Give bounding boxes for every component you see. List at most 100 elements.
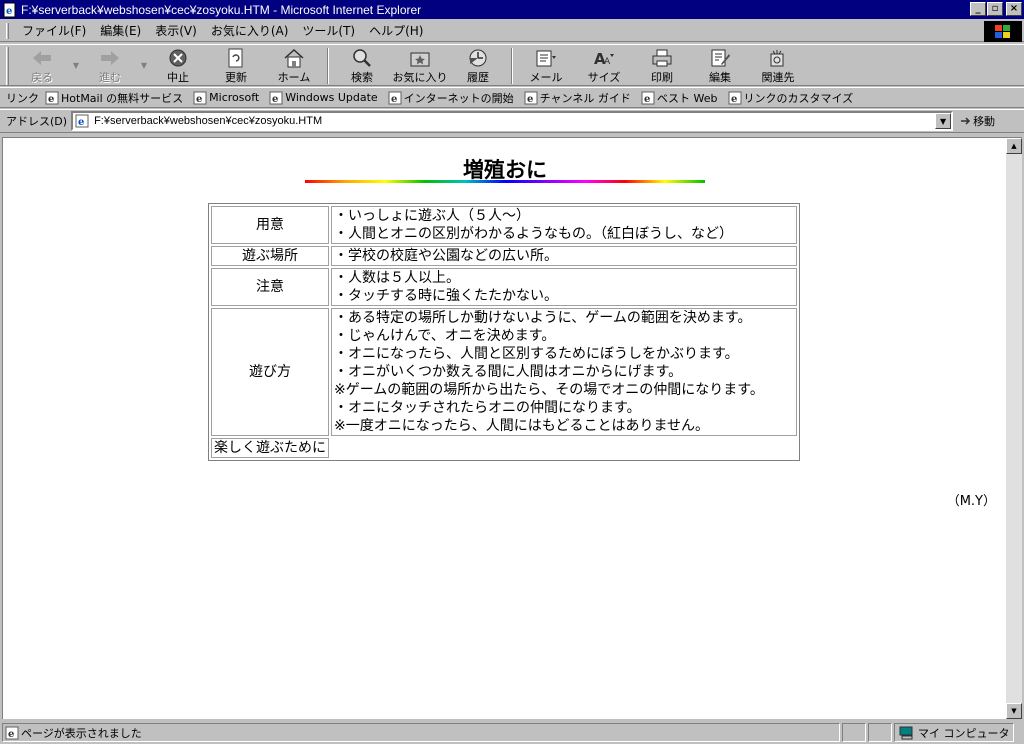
menu-view[interactable]: 表示(V) (148, 22, 204, 39)
row-line: ・タッチする時に強くたたかない。 (334, 288, 558, 304)
edit-button[interactable]: 編集 (691, 45, 749, 85)
go-button[interactable]: 移動 (959, 113, 995, 129)
menu-favorites[interactable]: お気に入り(A) (204, 22, 296, 39)
address-dropdown-button[interactable]: ▼ (935, 113, 952, 129)
status-panel (868, 723, 892, 742)
forward-arrow-icon (101, 51, 119, 65)
font-size-icon: AA (594, 50, 614, 68)
mail-label: メール (529, 71, 563, 84)
address-input[interactable]: e F:¥serverback¥webshosen¥cec¥zosyoku.HT… (71, 111, 954, 131)
forward-button[interactable]: 進む (81, 45, 139, 85)
minimize-button[interactable]: _ (970, 2, 986, 16)
rainbow-divider (305, 180, 705, 183)
svg-text:e: e (8, 729, 14, 740)
stop-button[interactable]: 中止 (149, 45, 207, 85)
svg-text:e: e (272, 94, 278, 105)
mail-button[interactable]: メール (517, 45, 575, 85)
link-hotmail[interactable]: e HotMail の無料サービス (45, 90, 183, 106)
stop-icon (169, 49, 187, 67)
links-label: リンク (6, 91, 39, 105)
scroll-down-button[interactable]: ▼ (1006, 703, 1022, 719)
menu-edit[interactable]: 編集(E) (93, 22, 148, 39)
search-label: 検索 (351, 71, 373, 84)
menu-file[interactable]: ファイル(F) (15, 22, 93, 39)
svg-text:A: A (604, 57, 611, 67)
table-row: 遊び方 ・ある特定の場所しか動けないように、ゲームの範囲を決めます。 ・じゃんけ… (211, 308, 797, 436)
print-label: 印刷 (651, 71, 673, 84)
row-line: ・じゃんけんで、オニを決めます。 (334, 328, 556, 344)
size-label: サイズ (587, 71, 621, 84)
ie-window: e F:¥serverback¥webshosen¥cec¥zosyoku.HT… (0, 0, 1024, 744)
scroll-up-button[interactable]: ▲ (1006, 138, 1022, 154)
link-microsoft[interactable]: e Microsoft (193, 91, 259, 105)
row-line: ・いっしょに遊ぶ人（５人～） (334, 208, 530, 224)
history-button[interactable]: 履歴 (449, 45, 507, 85)
menu-bar: ファイル(F) 編集(E) 表示(V) お気に入り(A) ツール(T) ヘルプ(… (0, 20, 1024, 42)
toolbar-separator (327, 48, 329, 84)
link-customize[interactable]: e リンクのカスタマイズ (728, 90, 854, 106)
toolbar-separator (511, 48, 513, 84)
address-bar: アドレス(D) e F:¥serverback¥webshosen¥cec¥zo… (0, 109, 1024, 133)
row-line: ・オニになったら、人間と区別するためにぼうしをかぶります。 (334, 346, 739, 362)
search-icon (353, 49, 371, 67)
ie-link-icon: e (388, 91, 402, 105)
row-heading: 楽しく遊ぶために (211, 438, 329, 458)
refresh-label: 更新 (225, 71, 247, 84)
computer-icon (899, 726, 913, 739)
forward-dropdown[interactable]: ▼ (139, 45, 149, 85)
page-done-icon: e (5, 726, 19, 740)
related-button[interactable]: 関連先 (749, 45, 807, 85)
favorites-button[interactable]: お気に入り (391, 45, 449, 85)
link-channel-guide[interactable]: e チャンネル ガイド (524, 90, 631, 106)
menu-help[interactable]: ヘルプ(H) (362, 22, 430, 39)
status-text-panel: e ページが表示されました (2, 723, 840, 742)
mail-icon (536, 50, 556, 67)
size-button[interactable]: AA サイズ (575, 45, 633, 85)
row-body: ・学校の校庭や公園などの広い所。 (331, 246, 797, 266)
search-button[interactable]: 検索 (333, 45, 391, 85)
back-arrow-icon (33, 51, 51, 65)
close-button[interactable]: × (1006, 2, 1022, 16)
row-line: ・人間とオニの区別がわかるようなもの。（紅白ぼうし、など） (334, 226, 733, 242)
toolbar-grip (6, 47, 9, 85)
standard-toolbar: 戻る ▼ 進む ▼ 中止 更新 ホーム 検索 お気に入り 履歴 メール A A … (0, 44, 1024, 86)
print-button[interactable]: 印刷 (633, 45, 691, 85)
ie-link-icon: e (641, 91, 655, 105)
svg-text:e: e (48, 94, 54, 105)
maximize-button[interactable]: ▫ (987, 2, 1003, 16)
row-line: ・オニにタッチされたらオニの仲間になります。 (334, 400, 641, 416)
row-line: ・ある特定の場所しか動けないように、ゲームの範囲を決めます。 (334, 310, 752, 326)
svg-text:e: e (196, 94, 202, 105)
page-icon: e (75, 114, 89, 128)
table-row: 注意 ・人数は５人以上。 ・タッチする時に強くたたかない。 (211, 268, 797, 306)
windows-logo-icon (984, 21, 1022, 42)
back-button[interactable]: 戻る (13, 45, 71, 85)
favorites-folder-icon (410, 52, 430, 67)
link-internet-start[interactable]: e インターネットの開始 (388, 90, 514, 106)
status-panel (842, 723, 866, 742)
row-line: ・オニがいくつか数える間に人間はオニからにげます。 (334, 364, 683, 380)
table-row: 楽しく遊ぶために (211, 438, 797, 458)
link-best-web[interactable]: e ベスト Web (641, 90, 718, 106)
link-label: リンクのカスタマイズ (743, 91, 854, 105)
link-windows-update[interactable]: e Windows Update (269, 91, 378, 105)
ie-link-icon: e (728, 91, 742, 105)
vertical-scrollbar[interactable]: ▲ ▼ (1006, 137, 1022, 719)
row-line: ※ゲームの範囲の場所から出たら、その場でオニの仲間になります。 (334, 382, 764, 398)
row-body: ・いっしょに遊ぶ人（５人～） ・人間とオニの区別がわかるようなもの。（紅白ぼうし… (331, 206, 797, 244)
svg-text:e: e (644, 94, 650, 105)
home-button[interactable]: ホーム (265, 45, 323, 85)
favorites-label: お気に入り (392, 71, 448, 84)
row-heading: 遊び方 (211, 308, 329, 436)
edit-page-icon (711, 49, 730, 67)
back-dropdown[interactable]: ▼ (71, 45, 81, 85)
row-heading: 用意 (211, 206, 329, 244)
forward-label: 進む (99, 71, 121, 84)
row-line: ・学校の校庭や公園などの広い所。 (334, 248, 558, 264)
address-url: F:¥serverback¥webshosen¥cec¥zosyoku.HTM (94, 115, 323, 127)
row-line: ・人数は５人以上。 (334, 270, 460, 286)
row-body (331, 438, 797, 458)
home-icon (284, 48, 304, 68)
menu-tools[interactable]: ツール(T) (295, 22, 362, 39)
refresh-button[interactable]: 更新 (207, 45, 265, 85)
